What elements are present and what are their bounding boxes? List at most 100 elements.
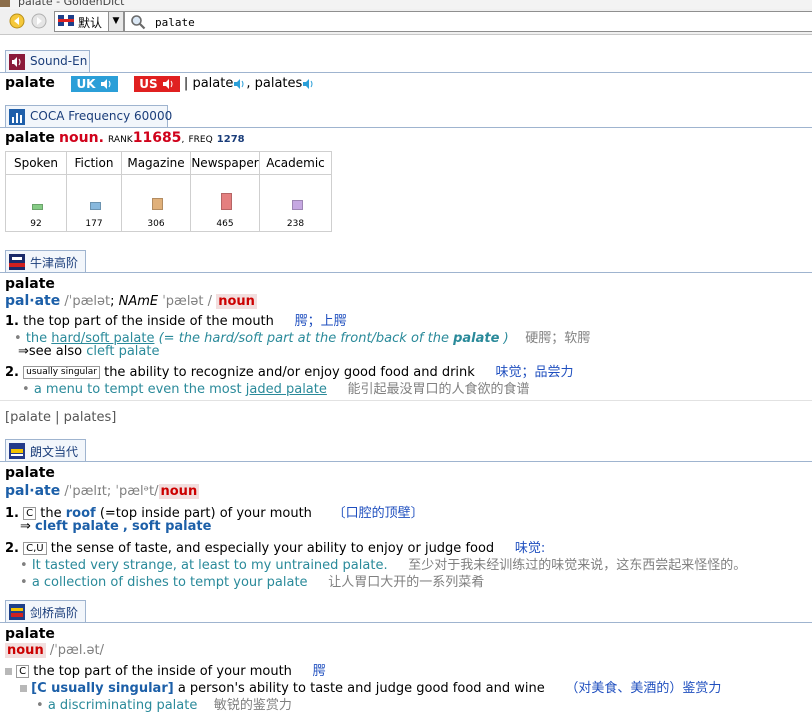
us-label: US xyxy=(139,76,158,91)
example-text: a menu to tempt even the most xyxy=(33,382,242,397)
example-translation: 让人胃口大开的一系列菜肴 xyxy=(328,575,485,590)
separator: | xyxy=(183,76,189,91)
related-link[interactable]: soft palate xyxy=(132,519,211,534)
semicolon: ; xyxy=(110,294,115,309)
related-link[interactable]: cleft palate xyxy=(35,519,119,534)
speaker-icon[interactable] xyxy=(302,78,315,90)
frequency-header-row: Spoken Fiction Magazine Newspaper Academic xyxy=(5,151,332,175)
coca-header: palate noun. RANK11685, FREQ 1278 xyxy=(5,130,245,146)
form-palate: palate xyxy=(192,76,234,91)
uk-flag-icon xyxy=(58,15,74,26)
divider xyxy=(0,127,812,128)
uk-pronunciation: /ˈpælət xyxy=(64,294,111,309)
forward-arrow-icon[interactable] xyxy=(31,13,47,29)
pos-badge: noun xyxy=(5,643,46,658)
search-input[interactable] xyxy=(153,13,797,31)
dictionary-tab-coca[interactable]: COCA Frequency 60000 xyxy=(5,105,172,128)
frequency-value: 306 xyxy=(147,219,165,229)
divider xyxy=(0,272,812,273)
rank-value: 11685 xyxy=(132,130,182,146)
divider xyxy=(0,622,812,623)
us-audio-button[interactable]: US xyxy=(134,75,180,92)
frequency-column-header: Spoken xyxy=(5,151,67,175)
comma: , xyxy=(246,76,251,91)
dictionary-tab-label: 朗文当代 xyxy=(30,445,79,459)
divider xyxy=(0,461,812,462)
collocation-link[interactable]: jaded palate xyxy=(246,382,327,397)
frequency-value: 465 xyxy=(216,219,234,229)
frequency-cell: 306 xyxy=(121,174,191,232)
speaker-icon[interactable] xyxy=(233,78,246,90)
dictionary-tab-sound-en[interactable]: Sound-En xyxy=(5,50,90,73)
oxford-book-icon xyxy=(9,254,25,270)
see-also-link[interactable]: cleft palate xyxy=(86,344,159,359)
back-arrow-icon[interactable] xyxy=(9,13,25,29)
frequency-value: 238 xyxy=(286,219,305,229)
frequency-bar xyxy=(221,193,232,210)
frequency-column-header: Newspaper xyxy=(190,151,260,175)
frequency-table: Spoken Fiction Magazine Newspaper Academic 9… xyxy=(5,151,332,232)
headword: palate xyxy=(5,130,55,146)
example-headword: palate xyxy=(453,331,500,346)
frequency-bar xyxy=(291,200,303,210)
dictionary-tab-cambridge[interactable]: 剑桥高阶 xyxy=(5,600,86,623)
dictionary-tab-oxford[interactable]: 牛津高阶 xyxy=(5,250,86,273)
syllabified-headword: pal·ate xyxy=(5,293,61,309)
us-pronunciation: ˈpælət / xyxy=(162,294,213,309)
headword: palate xyxy=(5,626,55,642)
freq-label: FREQ xyxy=(188,135,213,145)
example-translation: 敏锐的鉴赏力 xyxy=(213,698,292,713)
example: • a discriminating palate 敏锐的鉴赏力 xyxy=(36,698,292,713)
word-forms: [palate | palates] xyxy=(5,410,117,425)
headword: palate xyxy=(5,465,55,481)
dropdown-arrow-icon[interactable]: ▼ xyxy=(108,12,123,31)
form-palates: palates xyxy=(254,76,303,91)
headword: palate xyxy=(5,276,55,292)
speaker-icon xyxy=(100,79,111,89)
article-view: Sound-En palate UK US | palate, palates … xyxy=(0,35,812,713)
frequency-column-header: Academic xyxy=(259,151,332,175)
bar-chart-icon xyxy=(9,109,25,125)
frequency-bar xyxy=(32,204,43,210)
frequency-bar xyxy=(90,202,101,210)
arrow: ⇒ xyxy=(20,519,31,534)
example-gloss-end: ) xyxy=(503,331,509,346)
example-text: a discriminating palate xyxy=(47,698,198,713)
pronunciation-line: pal·ate /ˈpælət; NAmE ˈpælət / noun xyxy=(5,293,257,309)
frequency-value: 92 xyxy=(30,219,42,229)
divider xyxy=(0,400,812,401)
frequency-bar xyxy=(152,198,163,210)
uk-audio-button[interactable]: UK xyxy=(71,75,118,92)
sense-number: 2. xyxy=(5,541,19,556)
example-translation: 硬腭；软腭 xyxy=(525,331,591,346)
search-icon xyxy=(131,15,146,30)
rank-label: RANK xyxy=(108,135,133,145)
frequency-value: 177 xyxy=(85,219,103,229)
see-also: ⇒see also cleft palate xyxy=(18,344,159,359)
example: • a collection of dishes to tempt your p… xyxy=(20,575,485,590)
cambridge-book-icon xyxy=(9,604,25,620)
window-title: palate - GoldenDict xyxy=(18,0,125,8)
pronunciation: /ˈpælɪt; ˈpælᵊt/ xyxy=(64,484,159,499)
example-text: a collection of dishes to tempt your pal… xyxy=(31,575,308,590)
frequency-column-header: Fiction xyxy=(66,151,122,175)
app-icon xyxy=(0,0,10,7)
pos-badge: noun xyxy=(216,294,257,309)
frequency-bar-row: 92 177 306 465 238 xyxy=(5,174,332,232)
language-selector[interactable]: 默认 ▼ xyxy=(54,11,124,32)
longman-book-icon xyxy=(9,443,25,459)
toolbar: 默认 ▼ xyxy=(0,9,812,35)
see-also-label: ⇒see also xyxy=(18,344,83,359)
dictionary-tab-longman[interactable]: 朗文当代 xyxy=(5,439,86,462)
sense-number: 2. xyxy=(5,365,19,380)
bullet-icon xyxy=(20,685,27,692)
comma: , xyxy=(122,519,128,534)
part-of-speech: noun. xyxy=(59,130,104,146)
speaker-dictionary-icon xyxy=(9,54,25,70)
dictionary-tab-label: 牛津高阶 xyxy=(30,256,79,270)
uk-label: UK xyxy=(76,76,96,91)
frequency-cell: 92 xyxy=(5,174,67,232)
example: • a menu to tempt even the most jaded pa… xyxy=(22,382,530,397)
window-title-bar: palate - GoldenDict xyxy=(0,0,812,9)
name-label: NAmE xyxy=(118,294,159,309)
